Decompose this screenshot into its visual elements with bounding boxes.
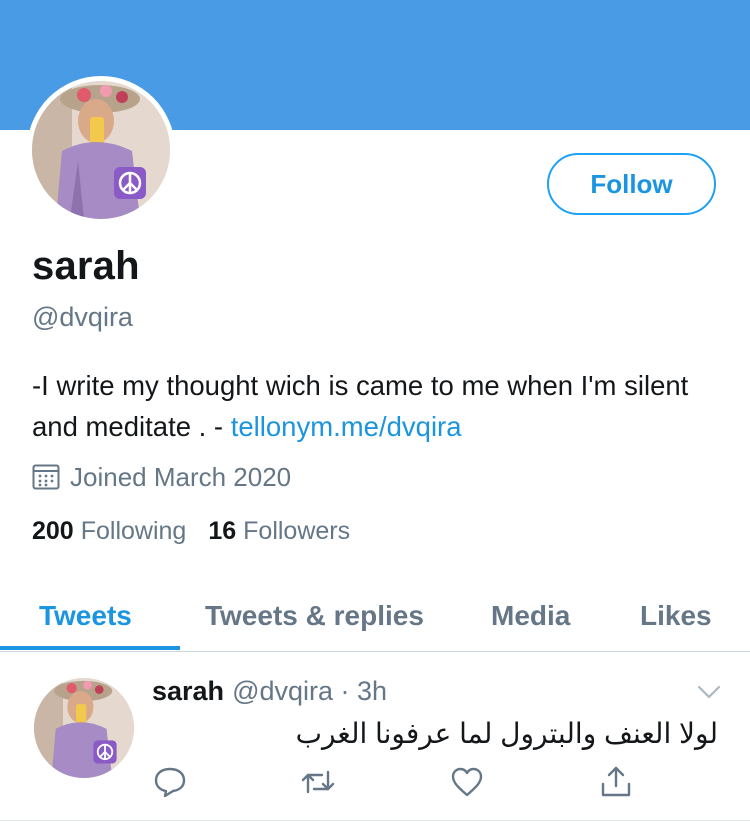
joined-date: Joined March 2020 bbox=[32, 460, 291, 494]
followers-count[interactable]: 16 bbox=[208, 517, 236, 546]
tweet-header: sarah @dvqira · 3h bbox=[152, 676, 387, 707]
tweet-meta: @dvqira · 3h bbox=[232, 676, 388, 706]
like-icon[interactable] bbox=[449, 764, 485, 800]
profile-handle: @dvqira bbox=[32, 302, 133, 332]
tab-tweets[interactable]: Tweets bbox=[39, 580, 132, 652]
reply-icon[interactable] bbox=[152, 764, 188, 800]
calendar-icon bbox=[32, 464, 60, 490]
tab-media[interactable]: Media bbox=[491, 580, 570, 652]
share-icon[interactable] bbox=[598, 764, 634, 800]
profile-bio: -I write my thought wich is came to me w… bbox=[32, 365, 722, 447]
tweet-actions bbox=[0, 764, 750, 800]
tab-tweets-replies[interactable]: Tweets & replies bbox=[205, 580, 424, 652]
active-tab-indicator bbox=[0, 646, 180, 650]
following-count[interactable]: 200 bbox=[32, 517, 74, 546]
tweet-avatar[interactable] bbox=[34, 678, 134, 778]
tab-likes[interactable]: Likes bbox=[640, 580, 712, 652]
bio-link[interactable]: tellonym.me/dvqira bbox=[231, 411, 462, 442]
following-label[interactable]: Following bbox=[81, 517, 187, 546]
tweet-author-name[interactable]: sarah bbox=[152, 676, 224, 707]
retweet-icon[interactable] bbox=[300, 764, 336, 800]
followers-label[interactable]: Followers bbox=[243, 517, 350, 546]
chevron-down-icon[interactable] bbox=[696, 682, 722, 702]
profile-name: sarah bbox=[32, 244, 140, 288]
follow-button[interactable]: Follow bbox=[547, 153, 716, 215]
profile-stats: 200 Following 16 Followers bbox=[32, 517, 350, 546]
profile-avatar[interactable] bbox=[32, 81, 170, 219]
joined-text: Joined March 2020 bbox=[70, 461, 292, 492]
profile-tabs: Tweets Tweets & replies Media Likes bbox=[0, 580, 750, 652]
tweet-text: لولا العنف والبترول لما عرفونا الغرب bbox=[295, 718, 718, 749]
